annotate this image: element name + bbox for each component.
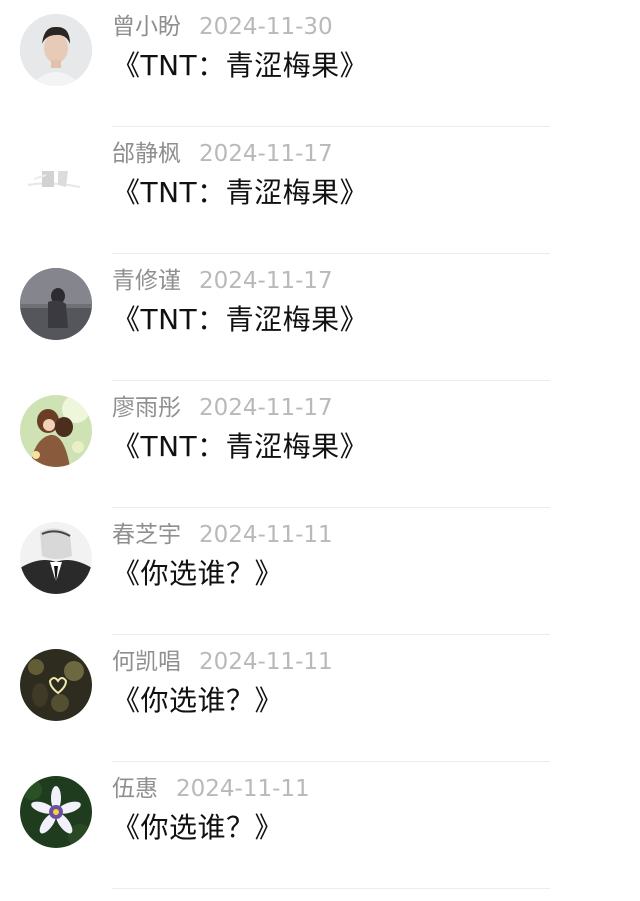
list-item[interactable]: 廖雨彤 2024-11-17 《TNT：青涩梅果》 (0, 381, 640, 508)
avatar-purple-flower-icon (20, 776, 92, 848)
avatar[interactable] (20, 14, 92, 86)
avatar[interactable] (20, 649, 92, 721)
avatar[interactable] (20, 141, 92, 213)
list-item[interactable]: 邰静枫 2024-11-17 《TNT：青涩梅果》 (0, 127, 640, 254)
comment-date: 2024-11-17 (199, 268, 333, 294)
list-item[interactable]: 青修谨 2024-11-17 《TNT：青涩梅果》 (0, 254, 640, 381)
comment-date: 2024-11-17 (199, 141, 333, 167)
avatar-light-sketch-icon (20, 141, 92, 213)
avatar-dark-figure-icon (20, 268, 92, 340)
avatar[interactable] (20, 522, 92, 594)
username[interactable]: 青修谨 (112, 268, 181, 294)
avatar-bokeh-heart-icon (20, 649, 92, 721)
list-item[interactable]: 春芝宇 2024-11-11 《你选谁？》 (0, 508, 640, 635)
username[interactable]: 伍惠 (112, 776, 158, 802)
comment-text[interactable]: 《TNT：青涩梅果》 (112, 427, 368, 467)
comment-date: 2024-11-11 (176, 776, 310, 802)
comment-date: 2024-11-11 (199, 649, 333, 675)
username[interactable]: 邰静枫 (112, 141, 181, 167)
comment-date: 2024-11-30 (199, 14, 333, 40)
comment-date: 2024-11-17 (199, 395, 333, 421)
avatar-young-man-icon (20, 14, 92, 86)
avatar-manga-suit-icon (20, 522, 92, 594)
list-item[interactable]: 何凯唱 2024-11-11 《你选谁？》 (0, 635, 640, 762)
list-item[interactable]: 伍惠 2024-11-11 《你选谁？》 (0, 762, 640, 889)
avatar[interactable] (20, 268, 92, 340)
comment-date: 2024-11-11 (199, 522, 333, 548)
avatar-anime-couple-icon (20, 395, 92, 467)
list-item[interactable]: 曾小盼 2024-11-30 《TNT：青涩梅果》 (0, 0, 640, 127)
comment-text[interactable]: 《TNT：青涩梅果》 (112, 300, 368, 340)
comment-text[interactable]: 《TNT：青涩梅果》 (112, 173, 368, 213)
username[interactable]: 何凯唱 (112, 649, 181, 675)
comment-text[interactable]: 《你选谁？》 (112, 681, 283, 721)
avatar[interactable] (20, 395, 92, 467)
username[interactable]: 曾小盼 (112, 14, 181, 40)
avatar[interactable] (20, 776, 92, 848)
divider (112, 888, 550, 889)
comment-text[interactable]: 《你选谁？》 (112, 554, 283, 594)
comment-list: 曾小盼 2024-11-30 《TNT：青涩梅果》 邰静枫 2024-11-17 《… (0, 0, 640, 889)
comment-text[interactable]: 《TNT：青涩梅果》 (112, 46, 368, 86)
comment-text[interactable]: 《你选谁？》 (112, 808, 283, 848)
username[interactable]: 廖雨彤 (112, 395, 181, 421)
username[interactable]: 春芝宇 (112, 522, 181, 548)
